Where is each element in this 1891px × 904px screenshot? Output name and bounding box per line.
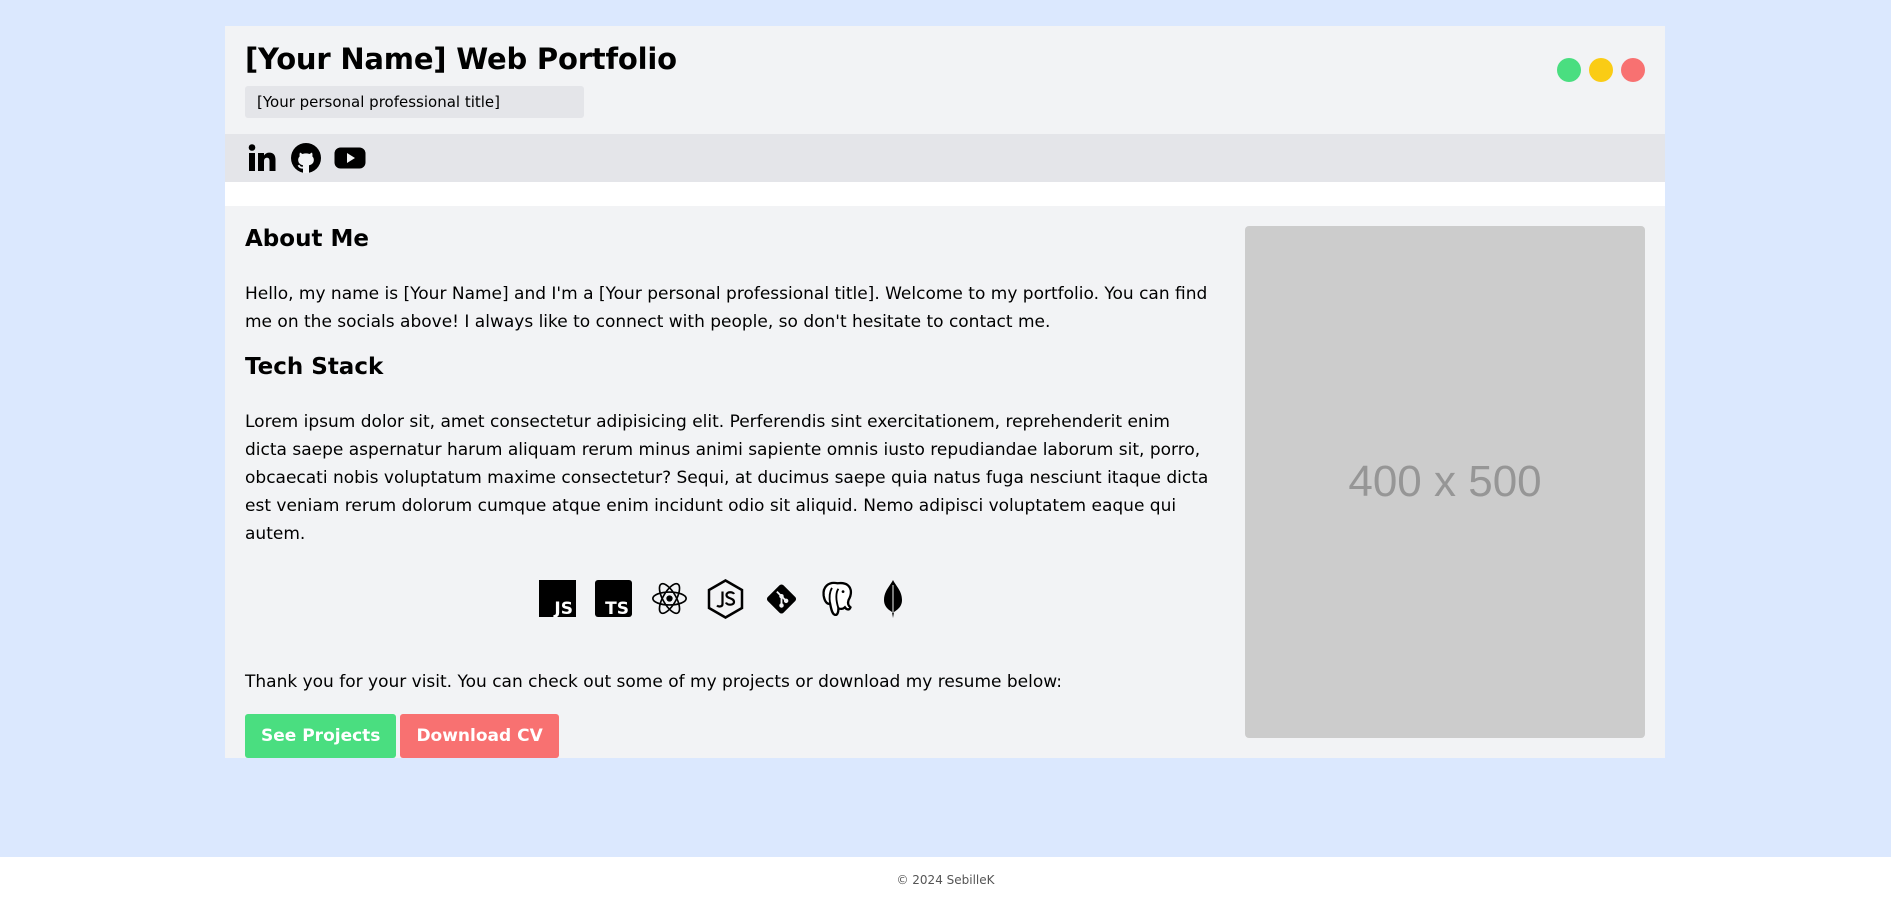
tech-icons: JS TS xyxy=(245,578,1205,619)
green-dot xyxy=(1557,58,1581,82)
typescript-icon: TS xyxy=(594,580,632,617)
git-icon xyxy=(763,580,800,617)
closing-text: Thank you for your visit. You can check … xyxy=(245,672,1062,692)
about-heading: About Me xyxy=(245,226,369,252)
typescript-label: TS xyxy=(605,599,629,617)
postgresql-icon xyxy=(819,580,856,617)
placeholder-label: 400 x 500 xyxy=(1348,457,1542,506)
window-controls xyxy=(1557,58,1645,82)
mongodb-icon xyxy=(875,579,912,618)
about-text: Hello, my name is [Your Name] and I'm a … xyxy=(245,284,1208,332)
github-icon[interactable] xyxy=(289,141,323,175)
javascript-icon: JS xyxy=(538,580,576,617)
action-buttons: See Projects Download CV xyxy=(245,714,559,758)
see-projects-button[interactable]: See Projects xyxy=(245,714,397,758)
youtube-icon[interactable] xyxy=(333,141,367,175)
header: [Your Name] Web Portfolio [Your personal… xyxy=(225,26,1665,134)
page-title: [Your Name] Web Portfolio xyxy=(245,42,677,76)
portfolio-window: [Your Name] Web Portfolio [Your personal… xyxy=(225,26,1665,758)
social-bar xyxy=(225,134,1665,182)
footer: © 2024 SebilleK xyxy=(0,857,1891,904)
react-icon xyxy=(651,580,688,617)
download-cv-button[interactable]: Download CV xyxy=(400,714,559,758)
nodejs-icon xyxy=(707,578,744,619)
main-content: About Me Hello, my name is [Your Name] a… xyxy=(225,206,1665,758)
profile-image-placeholder: 400 x 500 xyxy=(1245,226,1645,738)
javascript-label: JS xyxy=(553,599,573,617)
professional-title: [Your personal professional title] xyxy=(245,86,584,118)
yellow-dot xyxy=(1589,58,1613,82)
linkedin-icon[interactable] xyxy=(245,141,279,175)
copyright-text: © 2024 SebilleK xyxy=(896,873,995,887)
divider xyxy=(225,182,1665,206)
red-dot xyxy=(1621,58,1645,82)
tech-stack-heading: Tech Stack xyxy=(245,354,384,380)
tech-stack-text: Lorem ipsum dolor sit, amet consectetur … xyxy=(245,412,1209,544)
